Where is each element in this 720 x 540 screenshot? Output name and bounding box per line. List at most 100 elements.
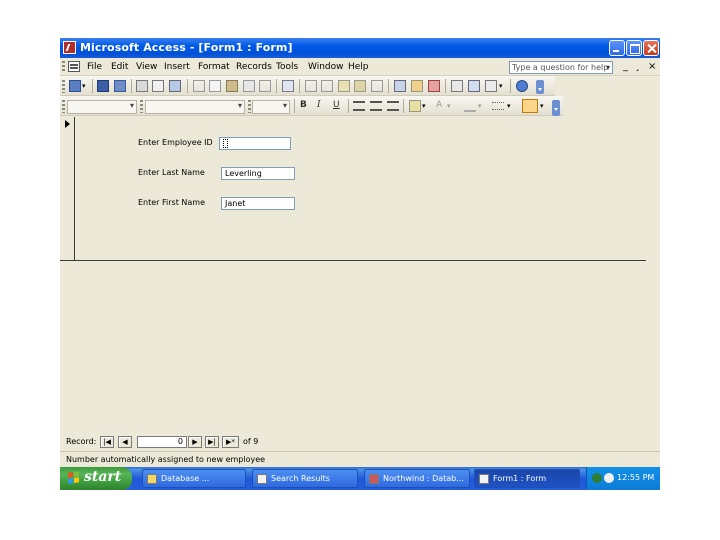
apply-filter-icon[interactable] [371,80,383,92]
special-effect-dropdown-icon[interactable]: ▾ [540,100,546,112]
first-name-label: Enter First Name [138,198,205,207]
previous-record-button[interactable]: ◀ [118,436,132,448]
minimize-button[interactable] [609,40,625,56]
network-icon[interactable] [592,473,602,483]
last-name-field[interactable]: Leverling [221,167,295,180]
taskbar-button-northwind[interactable]: Northwind : Datab... [364,469,470,488]
toolbar-grip[interactable] [62,100,65,113]
view-dropdown-icon[interactable]: ▾ [82,80,88,92]
fill-color-dropdown-icon[interactable]: ▾ [422,100,428,112]
align-left-icon[interactable] [353,101,365,111]
spelling-icon[interactable] [169,80,181,92]
save-icon[interactable] [97,80,109,92]
new-object-dropdown-icon[interactable]: ▾ [499,80,505,92]
find-icon[interactable] [394,80,406,92]
copy-icon[interactable] [209,80,221,92]
new-record-button[interactable]: ▶* [222,436,239,448]
taskbar-button-form1[interactable]: Form1 : Form [474,469,580,488]
maximize-button[interactable] [626,40,642,56]
toolbar-separator [403,99,404,113]
first-record-button[interactable]: |◀ [100,436,114,448]
paste-icon[interactable] [226,80,238,92]
print-preview-icon[interactable] [152,80,164,92]
menu-view[interactable]: View [136,62,157,72]
access-key-icon[interactable] [63,41,76,54]
menu-file[interactable]: File [87,62,102,72]
bold-button[interactable]: B [300,100,307,110]
menu-help[interactable]: Help [348,62,369,72]
mdi-restore-button[interactable]: ¸ [635,61,640,72]
current-record-arrow-icon [65,120,70,128]
line-width-icon[interactable] [492,102,504,110]
taskbar-button-label: Search Results [271,474,330,483]
line-color-dropdown-icon[interactable]: ▾ [478,100,484,112]
properties-icon[interactable] [451,80,463,92]
taskbar-button-database[interactable]: Database ... [142,469,246,488]
security-shield-icon[interactable] [604,473,614,483]
formatting-toolbar: B I U ▾ A ▾ ▾ ▾ ▾ [60,96,563,116]
line-width-dropdown-icon[interactable]: ▾ [507,100,513,112]
toolbar-grip[interactable] [62,80,65,93]
toolbar-options-chevron-icon[interactable] [552,100,560,116]
font-color-dropdown-icon[interactable]: ▾ [447,100,453,112]
line-color-icon[interactable] [464,106,476,112]
menu-insert[interactable]: Insert [164,62,190,72]
title-bar[interactable]: Microsoft Access - [Form1 : Form] [60,38,660,58]
delete-record-icon[interactable] [428,80,440,92]
next-record-button[interactable]: ▶ [188,436,202,448]
start-button[interactable]: start [60,467,132,490]
menu-window[interactable]: Window [308,62,344,72]
italic-button[interactable]: I [317,100,321,110]
filter-by-form-icon[interactable] [354,80,366,92]
view-icon[interactable] [69,80,81,92]
toolbar-separator [510,79,511,93]
current-record-input[interactable]: 0 [137,436,187,448]
menu-format[interactable]: Format [198,62,230,72]
taskbar-button-label: Database ... [161,474,210,483]
sort-ascending-icon[interactable] [305,80,317,92]
toolbar-options-chevron-icon[interactable] [536,80,544,94]
system-tray: 12:55 PM [586,467,660,490]
toolbar-separator [445,79,446,93]
special-effect-icon[interactable] [522,99,538,113]
font-name-combo[interactable] [145,100,245,114]
mdi-close-button[interactable]: × [648,61,656,72]
record-selector[interactable] [60,117,75,260]
employee-id-field[interactable] [219,137,291,150]
form-document-icon[interactable] [68,61,80,72]
help-question-input[interactable]: Type a question for help [509,61,613,74]
menu-grip[interactable] [62,61,65,73]
taskbar-button-search-results[interactable]: Search Results [252,469,358,488]
record-count-label: of 9 [243,437,259,446]
font-color-button[interactable]: A [436,100,442,110]
mdi-minimize-button[interactable]: _ [623,61,628,72]
filter-by-selection-icon[interactable] [338,80,350,92]
first-name-field[interactable]: Janet [221,197,295,210]
undo-icon[interactable] [259,80,271,92]
format-painter-icon[interactable] [243,80,255,92]
align-center-icon[interactable] [370,101,382,111]
file-search-icon[interactable] [114,80,126,92]
align-right-icon[interactable] [387,101,399,111]
text-cursor [223,139,228,148]
toolbar-grip[interactable] [248,100,251,113]
toolbar-grip[interactable] [140,100,143,113]
menu-edit[interactable]: Edit [111,62,128,72]
font-size-combo[interactable] [252,100,290,114]
object-combo[interactable] [67,100,137,114]
new-record-icon[interactable] [411,80,423,92]
cut-icon[interactable] [193,80,205,92]
clock[interactable]: 12:55 PM [617,473,654,482]
last-record-button[interactable]: ▶| [205,436,219,448]
menu-records[interactable]: Records [236,62,272,72]
database-window-icon[interactable] [468,80,480,92]
underline-button[interactable]: U [333,100,340,110]
insert-hyperlink-icon[interactable] [282,80,294,92]
help-icon[interactable] [516,80,528,92]
fill-color-icon[interactable] [409,100,421,112]
menu-tools[interactable]: Tools [276,62,298,72]
sort-descending-icon[interactable] [321,80,333,92]
new-object-icon[interactable] [485,80,497,92]
close-button[interactable] [643,40,659,56]
print-icon[interactable] [136,80,148,92]
